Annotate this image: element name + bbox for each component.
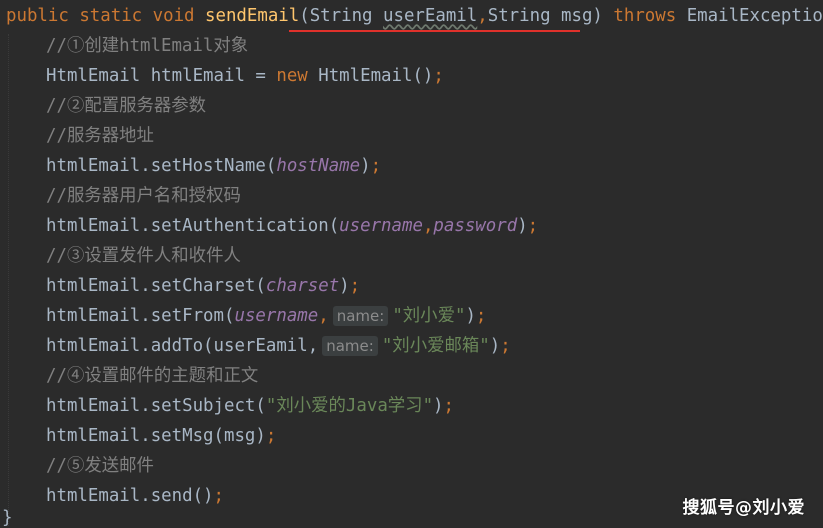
arg-username: username: [339, 216, 423, 236]
semicolon: ;: [265, 426, 277, 446]
close-paren: ): [465, 306, 476, 326]
semicolon: ;: [349, 276, 361, 296]
params-separator: ,: [477, 6, 488, 26]
close-paren: ): [360, 156, 371, 176]
method-call: htmlEmail.addTo(userEamil,: [46, 336, 319, 356]
comment-subject-body[interactable]: //④设置邮件的主题和正文: [0, 361, 258, 391]
method-call: htmlEmail.setSubject(: [46, 396, 266, 416]
code-line-set-from[interactable]: htmlEmail.setFrom(username, name: "刘小爱");: [0, 301, 486, 331]
comma: ,: [422, 216, 434, 236]
string-literal: "刘小爱的Java学习": [265, 396, 434, 416]
method-signature-line[interactable]: public static void sendEmail(String user…: [6, 1, 823, 31]
arg-password: password: [433, 216, 518, 236]
code-line-new-htmlemail[interactable]: HtmlEmail htmlEmail = new HtmlEmail();: [0, 61, 444, 91]
close-paren: ): [339, 276, 350, 296]
semicolon: ;: [500, 336, 511, 356]
exception-type: EmailException: [686, 6, 823, 26]
code-editor[interactable]: public static void sendEmail(String user…: [0, 0, 823, 528]
code-line-add-to[interactable]: htmlEmail.addTo(userEamil, name: "刘小爱邮箱");: [0, 331, 511, 361]
keyword-public: public: [6, 6, 69, 26]
constructor-call: HtmlEmail(): [307, 66, 434, 86]
close-paren: ): [489, 336, 501, 356]
semicolon: ;: [370, 156, 382, 176]
parameter-hint-name: name:: [322, 336, 378, 356]
method-call: htmlEmail.setFrom(: [46, 306, 235, 326]
method-call: htmlEmail.send(): [46, 486, 214, 506]
keyword-throws: throws: [613, 6, 677, 26]
arg-username: username: [234, 306, 319, 326]
declaration: HtmlEmail htmlEmail =: [46, 66, 277, 86]
code-line-set-authentication[interactable]: htmlEmail.setAuthentication(username,pas…: [0, 211, 538, 241]
keyword-void: void: [152, 6, 195, 26]
comment-send-mail[interactable]: //⑤发送邮件: [0, 451, 154, 481]
params-open: (String: [299, 6, 383, 26]
semicolon: ;: [213, 486, 225, 506]
method-call: htmlEmail.setMsg(msg): [46, 426, 266, 446]
comment-create-htmlemail[interactable]: //①创建htmlEmail对象: [0, 31, 248, 61]
keyword-new: new: [276, 66, 308, 86]
semicolon: ;: [527, 216, 539, 236]
comma: ,: [318, 306, 329, 326]
comment-configure-server[interactable]: //②配置服务器参数: [0, 91, 206, 121]
parameter-hint-name: name:: [332, 306, 389, 326]
code-line-set-charset[interactable]: htmlEmail.setCharset(charset);: [0, 271, 360, 301]
watermark: 搜狐号@刘小爱: [682, 498, 805, 518]
close-paren: ): [433, 396, 444, 416]
keyword-static: static: [79, 6, 143, 26]
comment-username-authcode[interactable]: //服务器用户名和授权码: [0, 181, 241, 211]
red-annotation-underline: [289, 30, 580, 32]
method-call: htmlEmail.setAuthentication(: [46, 216, 340, 236]
semicolon: ;: [433, 66, 444, 86]
comment-server-address[interactable]: //服务器地址: [0, 121, 154, 151]
arg-charset: charset: [265, 276, 340, 296]
code-line-set-subject[interactable]: htmlEmail.setSubject("刘小爱的Java学习");: [0, 391, 454, 421]
arg-hostname: hostName: [276, 156, 361, 176]
semicolon: ;: [443, 396, 455, 416]
comment-sender-recipient[interactable]: //③设置发件人和收件人: [0, 241, 241, 271]
method-call: htmlEmail.setCharset(: [46, 276, 266, 296]
closing-brace: }: [2, 508, 13, 528]
string-literal: "刘小爱邮箱": [381, 336, 490, 356]
param-usereamil: userEamil: [383, 6, 478, 26]
method-call: htmlEmail.setHostName(: [46, 156, 277, 176]
code-line-set-msg[interactable]: htmlEmail.setMsg(msg);: [0, 421, 276, 451]
close-paren: ): [517, 216, 528, 236]
method-name: sendEmail: [205, 6, 300, 26]
code-line-set-hostname[interactable]: htmlEmail.setHostName(hostName);: [0, 151, 381, 181]
string-literal: "刘小爱": [392, 306, 466, 326]
semicolon: ;: [475, 306, 487, 326]
code-line-send[interactable]: htmlEmail.send();: [0, 481, 224, 511]
params-rest: String msg): [487, 6, 603, 26]
